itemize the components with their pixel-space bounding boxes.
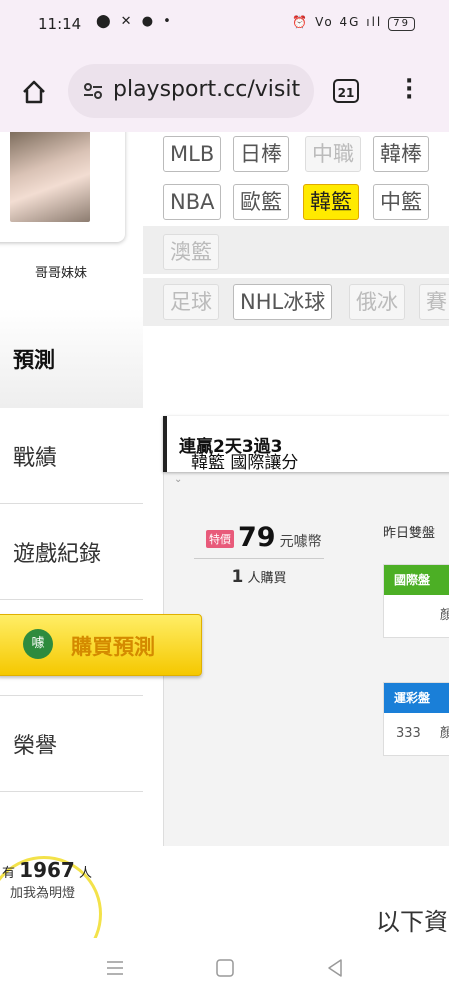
fans-suffix: 人 xyxy=(78,866,92,881)
discount-badge: 特價 xyxy=(206,530,234,548)
site-settings-icon[interactable] xyxy=(82,80,104,102)
section-title-label: 預測 xyxy=(13,348,55,372)
tag-nhl[interactable]: NHL冰球 xyxy=(233,284,333,320)
status-icons: ⏰ Vo 4G ıll 79 xyxy=(292,15,415,31)
status-bar: 11:14 ⬤ ✕ ● • ⏰ Vo 4G ıll 79 xyxy=(0,0,449,52)
battery-icon: 79 xyxy=(388,17,415,31)
notification-icons: ⬤ ✕ ● • xyxy=(96,14,174,29)
lottery-odds-body: 333 顏 xyxy=(384,713,449,755)
tag-kbo[interactable]: 韓棒 xyxy=(373,136,429,172)
buy-prediction-button[interactable]: 噱 購買預測 xyxy=(0,614,202,676)
tag-khl[interactable]: 俄冰 xyxy=(349,284,405,320)
prediction-title: 韓籃 國際讓分 連贏2天3過3 xyxy=(163,416,449,473)
address-bar[interactable]: playsport.cc/visit xyxy=(68,64,314,118)
intl-odds-card[interactable]: 國際盤 顏 xyxy=(383,564,449,638)
user-name[interactable]: 哥哥妹妹 xyxy=(0,262,122,281)
sidebar-item-game-log[interactable]: 遊戲紀錄 xyxy=(0,504,143,600)
sidebar-item-label: 遊戲紀錄 xyxy=(13,542,102,567)
sidebar: 哥哥妹妹 預測 戰績 遊戲紀錄 討論 榮譽 有 1967 人 xyxy=(0,132,144,938)
price: 特價 79 元噱幣 xyxy=(206,522,322,553)
fans-prefix: 有 xyxy=(2,866,16,881)
tag-soccer[interactable]: 足球 xyxy=(163,284,219,320)
buyers-number: 1 xyxy=(231,567,244,587)
sidebar-item-record[interactable]: 戰績 xyxy=(0,408,143,504)
signal-icons: ⏰ Vo 4G ıll xyxy=(292,15,383,29)
tag-cpbl[interactable]: 中職 xyxy=(305,136,361,172)
avatar[interactable] xyxy=(10,132,90,222)
intl-odds-value: 顏 xyxy=(440,608,449,623)
system-nav-bar xyxy=(0,938,449,1000)
recent-apps-icon[interactable] xyxy=(103,956,127,980)
pin-icon: ⌄ xyxy=(174,474,183,485)
lottery-odds-card[interactable]: 運彩盤 333 顏 xyxy=(383,682,449,756)
yesterday-label: 昨日雙盤 xyxy=(383,526,436,541)
avatar-card[interactable] xyxy=(0,132,125,242)
page-content: 哥哥妹妹 預測 戰績 遊戲紀錄 討論 榮譽 有 1967 人 xyxy=(0,132,449,938)
home-nav-icon[interactable] xyxy=(213,956,237,980)
sidebar-item-honor[interactable]: 榮譽 xyxy=(0,696,143,792)
sidebar-item-label: 榮譽 xyxy=(13,734,58,759)
fans-count: 有 1967 人 xyxy=(2,858,92,882)
status-time: 11:14 xyxy=(38,15,82,33)
title-league: 韓籃 國際讓分 xyxy=(191,453,299,473)
home-icon[interactable] xyxy=(20,78,48,106)
lottery-number: 333 xyxy=(396,726,421,741)
intl-odds-body: 顏 xyxy=(384,595,449,637)
tag-euro-basketball[interactable]: 歐籃 xyxy=(233,184,289,220)
back-nav-icon[interactable] xyxy=(323,956,347,980)
tab-switcher-button[interactable]: 21 xyxy=(333,79,359,103)
buyers-count: 1 人購買 xyxy=(194,558,324,587)
intl-odds-header: 國際盤 xyxy=(384,565,449,595)
fans-subtitle: 加我為明燈 xyxy=(10,886,76,901)
overflow-menu-icon[interactable]: · · · xyxy=(405,71,415,109)
lottery-odds-value: 顏 xyxy=(440,726,449,741)
tag-korea-basketball[interactable]: 韓籃 xyxy=(303,184,359,220)
tag-racing[interactable]: 賽 xyxy=(419,284,449,320)
coin-icon: 噱 xyxy=(23,629,53,659)
url-text: playsport.cc/visit xyxy=(113,77,301,102)
tag-npb[interactable]: 日棒 xyxy=(233,136,289,172)
tag-mlb[interactable]: MLB xyxy=(163,136,222,172)
tag-nba[interactable]: NBA xyxy=(163,184,222,220)
fans-widget[interactable]: 有 1967 人 加我為明燈 xyxy=(0,838,143,938)
fans-number: 1967 xyxy=(19,858,75,882)
sidebar-item-label: 戰績 xyxy=(13,446,58,471)
more-info-heading: 以下資 xyxy=(376,908,448,936)
lottery-odds-header: 運彩盤 xyxy=(384,683,449,713)
browser-toolbar: playsport.cc/visit 21 · · · xyxy=(0,52,449,132)
currency-label: 元噱幣 xyxy=(279,534,322,550)
tag-china-basketball[interactable]: 中籃 xyxy=(373,184,429,220)
buy-button-label: 購買預測 xyxy=(71,635,155,659)
section-title: 預測 xyxy=(0,308,143,408)
price-value: 79 xyxy=(238,522,276,553)
tag-australia-basketball[interactable]: 澳籃 xyxy=(163,234,219,270)
prediction-title-text: 韓籃 國際讓分 連贏2天3過3 xyxy=(179,432,298,473)
buyers-label: 人購買 xyxy=(247,571,287,586)
